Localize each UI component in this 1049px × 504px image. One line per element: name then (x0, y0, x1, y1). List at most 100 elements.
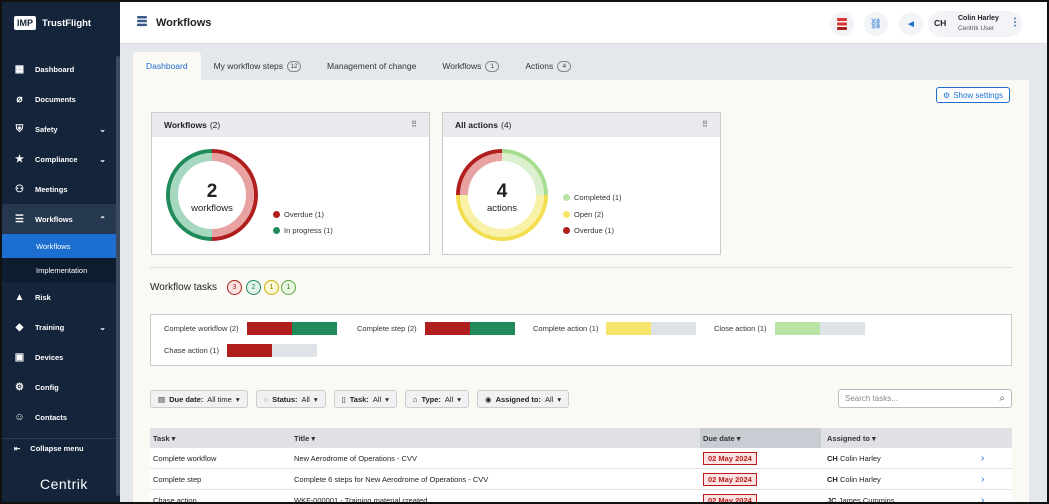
app-logo[interactable]: IMP TrustFlight (2, 2, 120, 44)
completed-count-pill[interactable]: 1 (281, 280, 296, 295)
sidebar-item-documents[interactable]: ⌀ Documents (2, 84, 116, 114)
show-settings-button[interactable]: ⚙ Show settings (936, 87, 1010, 103)
filter-value: All (444, 394, 454, 404)
task-summary-complete-action[interactable]: Complete action (1) (533, 322, 697, 335)
legend-dot (273, 227, 280, 234)
sidebar-item-workflows[interactable]: ☰ Workflows ⌃ (2, 204, 116, 234)
filter-due-date[interactable]: ▤ Due date: All time ▾ (150, 390, 248, 408)
sidebar-nav: ▦ Dashboard ⌀ Documents ⛨ Safety ⌄ ★ Complian… (2, 54, 116, 432)
tab-actions[interactable]: Actions 4 (512, 52, 584, 80)
card-count: (2) (209, 120, 221, 130)
filter-task[interactable]: ▯ Task: All ▾ (333, 390, 397, 408)
filter-key: Assigned to: (495, 394, 541, 404)
task-summary-close-action[interactable]: Close action (1) (714, 322, 865, 335)
announcements-button[interactable]: ◄ (899, 12, 923, 36)
tab-management-of-change[interactable]: Management of change (314, 52, 429, 80)
sidebar-item-training[interactable]: ◆ Training ⌄ (2, 312, 116, 342)
show-settings-label: Show settings (953, 90, 1003, 100)
open-count-pill[interactable]: 1 (264, 280, 279, 295)
column-header-assigned-to[interactable]: Assigned to ▾ (827, 434, 876, 443)
sidebar-subitem-workflows[interactable]: Workflows (2, 234, 116, 258)
legend-dot (563, 211, 570, 218)
sidebar-item-compliance[interactable]: ★ Compliance ⌄ (2, 144, 116, 174)
chevron-down-icon: ⌄ (99, 124, 106, 134)
table-row[interactable]: Chase action WKF-000001 - Training mater… (150, 490, 1012, 504)
cell-assignee: JC James Cummins (827, 496, 895, 504)
sidebar-item-meetings[interactable]: ⚇ Meetings (2, 174, 116, 204)
user-circle-icon: ◉ (485, 394, 492, 404)
header-label: Title (294, 433, 310, 443)
sidebar-item-label: Safety (35, 124, 58, 134)
chevron-down-icon: ▾ (385, 394, 389, 404)
sidebar-item-risk[interactable]: ▲ Risk (2, 282, 116, 312)
drag-handle-icon[interactable]: ⠿ (702, 120, 708, 129)
chevron-right-icon[interactable]: › (981, 453, 984, 464)
task-progress-bar (774, 322, 865, 335)
legend-label: In progress (1) (284, 226, 333, 235)
graduation-cap-icon: ◆ (15, 321, 24, 333)
assignee-name: Colin Harley (839, 474, 881, 484)
task-progress-bar (246, 322, 337, 335)
sidebar-item-devices[interactable]: ▣ Devices (2, 342, 116, 372)
overdue-count-pill[interactable]: 3 (227, 280, 242, 295)
collapse-menu-label: Collapse menu (30, 444, 84, 453)
sidebar-item-dashboard[interactable]: ▦ Dashboard (2, 54, 116, 84)
column-header-due-date[interactable]: Due date ▾ (703, 434, 741, 443)
logo-box: IMP (14, 16, 37, 30)
search-input[interactable]: Search tasks... ⌕ (838, 389, 1012, 408)
legend-label: Completed (1) (574, 193, 622, 202)
sidebar-item-config[interactable]: ⚙ Config (2, 372, 116, 402)
in-progress-count-pill[interactable]: 2 (246, 280, 261, 295)
table-row[interactable]: Complete workflow New Aerodrome of Opera… (150, 448, 1012, 469)
filter-value: All (544, 394, 554, 404)
header-label: Assigned to (827, 433, 870, 443)
drag-handle-icon[interactable]: ⠿ (411, 120, 417, 129)
task-summary-complete-workflow[interactable]: Complete workflow (2) (164, 322, 337, 335)
column-header-task[interactable]: Task ▾ (153, 434, 175, 443)
filter-value: All time (207, 394, 232, 404)
filter-key: Type: (421, 394, 441, 404)
stack-menu-button[interactable] (830, 12, 854, 36)
sidebar-subitem-implementation[interactable]: Implementation (2, 258, 116, 282)
legend-dot (563, 194, 570, 201)
chevron-down-icon: ⌄ (99, 154, 106, 164)
task-summary-complete-step[interactable]: Complete step (2) (357, 322, 515, 335)
link-button[interactable]: ⛓ (864, 12, 888, 36)
user-role: Centrik User (958, 25, 995, 32)
cell-task: Chase action (153, 495, 197, 504)
chevron-right-icon[interactable]: › (981, 495, 984, 504)
chevron-down-icon: ▾ (557, 394, 562, 404)
more-vertical-icon[interactable]: ⋮ (1010, 17, 1020, 28)
filter-status[interactable]: ◌ Status: All ▾ (255, 390, 326, 408)
chevron-right-icon[interactable]: › (981, 474, 984, 485)
tab-dashboard[interactable]: Dashboard (133, 52, 201, 80)
filter-key: Task: (349, 394, 369, 404)
workflows-icon (137, 16, 147, 27)
progress-segment (774, 322, 820, 335)
chevron-down-icon: ▾ (457, 394, 462, 404)
sidebar-item-contacts[interactable]: ☺ Contacts (2, 402, 116, 432)
task-progress-bar (424, 322, 515, 335)
legend-label: Overdue (1) (574, 226, 615, 235)
column-header-title[interactable]: Title ▾ (294, 434, 315, 443)
clipboard-icon: ▯ (341, 394, 346, 404)
chevron-up-icon: ⌃ (99, 214, 106, 224)
dashboard-panel: ⚙ Show settings Workflows (2) ⠿ 2 workflo… (133, 80, 1029, 504)
cell-title: WKF-000001 - Training material created (294, 495, 428, 504)
tab-workflows[interactable]: Workflows 1 (429, 52, 512, 80)
filter-type[interactable]: ⌂ Type: All ▾ (404, 390, 470, 408)
donut-center-value: 2 (207, 181, 218, 202)
legend-label: Open (2) (574, 210, 604, 219)
collapse-menu-button[interactable]: ⇤ Collapse menu (2, 438, 116, 458)
task-summary-chase-action[interactable]: Chase action (1) (164, 344, 318, 357)
sidebar: IMP TrustFlight ▦ Dashboard ⌀ Documents ⛨ S… (2, 2, 120, 502)
sidebar-item-safety[interactable]: ⛨ Safety ⌄ (2, 114, 116, 144)
actions-card-header: All actions (4) ⠿ (443, 113, 720, 137)
sidebar-scrollbar[interactable] (116, 56, 120, 496)
contacts-icon: ☺ (14, 411, 25, 423)
tab-my-workflow-steps[interactable]: My workflow steps 12 (201, 52, 314, 80)
filter-assigned-to[interactable]: ◉ Assigned to: All ▾ (477, 390, 570, 408)
user-menu[interactable]: CH Colin Harley Centrik User ⋮ (928, 11, 1022, 37)
table-row[interactable]: Complete step Complete 6 steps for New A… (150, 469, 1012, 490)
filter-bar: ▤ Due date: All time ▾ ◌ Status: All ▾ ▯ Task: A… (150, 390, 570, 408)
